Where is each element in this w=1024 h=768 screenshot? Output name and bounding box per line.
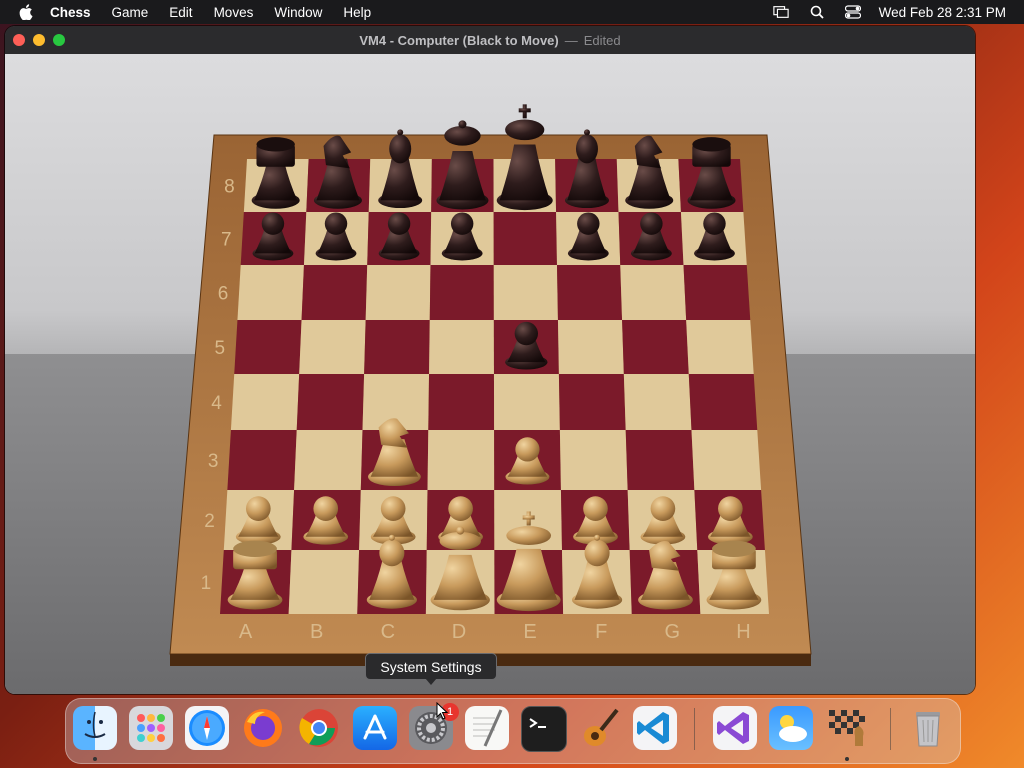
board-square[interactable] — [691, 430, 762, 490]
board-square[interactable] — [493, 374, 560, 430]
dock-tooltip: System Settings — [365, 653, 497, 680]
menu-window[interactable]: Window — [274, 5, 322, 20]
rank-label: 8 — [224, 177, 235, 198]
control-center-icon[interactable] — [844, 5, 861, 19]
board-square[interactable] — [301, 265, 368, 320]
board-square[interactable] — [558, 374, 626, 430]
board-square[interactable] — [237, 265, 304, 320]
dock-separator — [890, 708, 891, 750]
rank-label: 2 — [204, 511, 215, 532]
board-square[interactable] — [623, 374, 692, 430]
rank-label: 6 — [218, 284, 229, 305]
board-square[interactable] — [230, 374, 300, 430]
trash-icon[interactable] — [906, 706, 950, 750]
rank-label: 7 — [221, 230, 232, 251]
window-edited-status: Edited — [583, 32, 621, 48]
board-square[interactable] — [429, 320, 494, 374]
board-squares — [220, 159, 769, 614]
menu-edit[interactable]: Edit — [169, 5, 192, 20]
app-store-icon[interactable] — [353, 706, 397, 750]
running-indicator — [93, 757, 97, 761]
spotlight-search-icon[interactable] — [809, 5, 825, 19]
tooltip-arrow — [425, 678, 437, 685]
board-square[interactable] — [625, 430, 695, 490]
menu-bar: Chess Game Edit Moves Window Help Wed Fe… — [0, 0, 1024, 24]
file-label: C — [381, 621, 395, 643]
zoom-window-button[interactable] — [53, 34, 65, 46]
firefox-icon[interactable] — [241, 706, 285, 750]
file-label: E — [523, 621, 536, 643]
menu-help[interactable]: Help — [343, 5, 371, 20]
board-square[interactable] — [428, 374, 495, 430]
vscode-icon[interactable] — [633, 706, 677, 750]
board-square[interactable] — [234, 320, 302, 374]
board-square[interactable] — [493, 212, 557, 265]
weather-icon[interactable] — [769, 706, 813, 750]
rank-label: 4 — [211, 393, 222, 414]
safari-icon[interactable] — [185, 706, 229, 750]
launchpad-icon[interactable] — [129, 706, 173, 750]
board-square[interactable] — [686, 320, 754, 374]
board-square[interactable] — [296, 374, 365, 430]
terminal-icon[interactable] — [521, 706, 567, 752]
board-square[interactable] — [427, 430, 495, 490]
close-window-button[interactable] — [13, 34, 25, 46]
file-label: F — [595, 621, 607, 643]
file-label: G — [665, 621, 681, 643]
apple-menu-icon[interactable] — [16, 4, 36, 20]
board-square[interactable] — [429, 265, 494, 320]
window-titlebar: VM4 - Computer (Black to Move) — Edited — [5, 26, 975, 54]
board-square[interactable] — [364, 320, 430, 374]
chess-window: VM4 - Computer (Black to Move) — Edited — [5, 26, 975, 694]
menu-app-name[interactable]: Chess — [50, 5, 91, 20]
textedit-icon[interactable] — [465, 706, 509, 750]
board-square[interactable] — [299, 320, 366, 374]
file-label: A — [239, 621, 253, 643]
garageband-icon[interactable] — [577, 706, 621, 750]
rank-label: 1 — [201, 573, 212, 594]
menu-game[interactable]: Game — [112, 5, 149, 20]
chrome-icon[interactable] — [297, 706, 341, 750]
dock-separator — [694, 708, 695, 750]
screen-mirroring-icon[interactable] — [772, 5, 789, 19]
rank-label: 5 — [215, 338, 226, 359]
file-label: D — [452, 621, 466, 643]
board-square[interactable] — [288, 550, 360, 614]
running-indicator — [845, 757, 849, 761]
board-square[interactable] — [688, 374, 758, 430]
minimize-window-button[interactable] — [33, 34, 45, 46]
chess-board[interactable]: A B C D E F G H 8 7 6 5 4 3 2 1 — [5, 54, 975, 694]
file-label: H — [736, 621, 750, 643]
board-square[interactable] — [683, 265, 751, 320]
board-square[interactable] — [227, 430, 297, 490]
board-scene: A B C D E F G H 8 7 6 5 4 3 2 1 — [5, 54, 975, 694]
board-square[interactable] — [365, 265, 431, 320]
board-square[interactable] — [559, 430, 628, 490]
board-square[interactable] — [556, 265, 623, 320]
board-square[interactable] — [493, 265, 558, 320]
visual-studio-icon[interactable] — [713, 706, 757, 750]
board-square[interactable] — [622, 320, 689, 374]
board-square[interactable] — [620, 265, 687, 320]
board-square[interactable] — [294, 430, 363, 490]
mouse-cursor-icon — [436, 701, 449, 725]
board-square[interactable] — [557, 320, 624, 374]
file-label: B — [310, 621, 323, 643]
finder-icon[interactable] — [73, 706, 117, 750]
title-separator: — — [564, 32, 578, 48]
window-title: VM4 - Computer (Black to Move) — [359, 32, 559, 48]
chess-app-icon[interactable] — [825, 706, 869, 750]
rank-label: 3 — [208, 451, 219, 472]
menu-moves[interactable]: Moves — [214, 5, 254, 20]
menu-clock[interactable]: Wed Feb 28 2:31 PM — [879, 5, 1006, 20]
